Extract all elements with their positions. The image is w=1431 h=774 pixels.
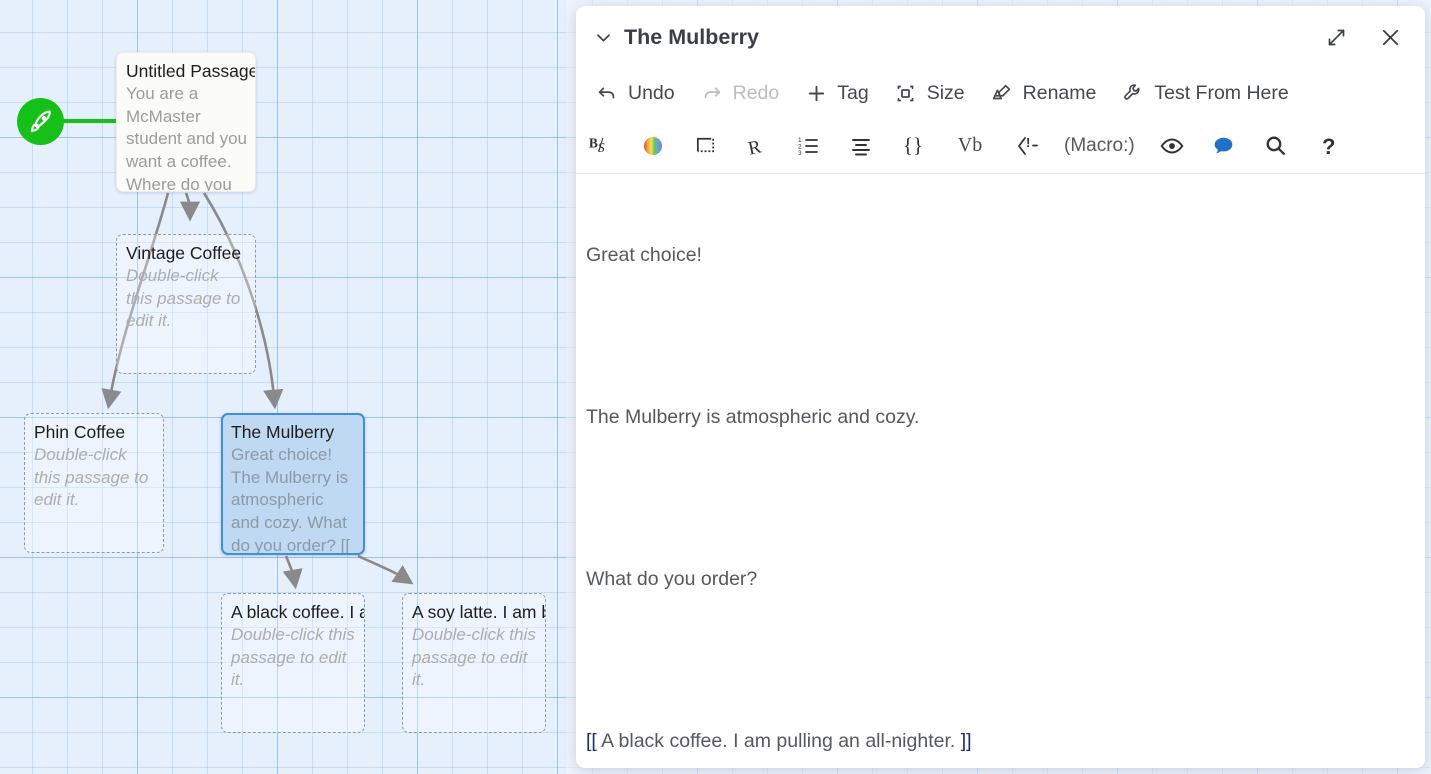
search-icon[interactable] — [1261, 127, 1291, 165]
redo-button[interactable]: Redo — [691, 74, 788, 112]
passage-excerpt: Double-click this passage to edit it. — [231, 624, 355, 690]
text-line-blank — [586, 485, 1407, 512]
plus-icon — [803, 80, 829, 106]
text-box-icon[interactable] — [690, 127, 720, 165]
passage-card-a-black-coffee[interactable]: A black coffee. I am pulling an all-nigh… — [221, 593, 365, 733]
text-line-blank — [586, 647, 1407, 674]
question-mark-icon[interactable]: ? — [1313, 127, 1343, 165]
dialog-header: The Mulberry — [576, 6, 1425, 68]
curly-braces-icon[interactable]: {} — [898, 127, 928, 165]
passage-card-a-soy-latte[interactable]: A soy latte. I am browsing James Street.… — [402, 593, 546, 733]
passage-card-the-mulberry[interactable]: The Mulberry Great choice! The Mulberry … — [221, 413, 365, 555]
page-title: The Mulberry — [624, 24, 759, 49]
passage-card-vintage-coffee[interactable]: Vintage Coffee Double-click this passage… — [116, 234, 256, 374]
svg-text:3: 3 — [798, 150, 802, 157]
size-icon — [893, 80, 919, 106]
undo-button[interactable]: Undo — [586, 74, 683, 112]
twine-story-editor: Untitled Passage You are a McMaster stud… — [0, 0, 1431, 774]
rename-icon — [989, 80, 1015, 106]
passage-excerpt: Double-click this passage to edit it. — [34, 444, 149, 510]
text-line: The Mulberry is atmospheric and cozy. — [586, 406, 920, 428]
close-icon[interactable] — [1373, 20, 1407, 54]
test-from-here-button[interactable]: Test From Here — [1112, 74, 1296, 112]
svg-text:!: ! — [1026, 135, 1030, 150]
variable-icon[interactable]: Vb — [950, 127, 990, 165]
passage-card-phin-coffee[interactable]: Phin Coffee Double-click this passage to… — [24, 413, 164, 553]
passage-name: The Mulberry — [231, 422, 335, 442]
passage-excerpt: You are a McMaster student and you want … — [126, 83, 247, 192]
size-button[interactable]: Size — [885, 74, 973, 112]
align-center-icon[interactable] — [846, 127, 876, 165]
passage-excerpt: Great choice! The Mulberry is atmospheri… — [231, 444, 351, 555]
link-arrow — [282, 554, 414, 590]
eye-icon[interactable] — [1157, 127, 1187, 165]
tag-button[interactable]: Tag — [795, 74, 876, 112]
bold-italic-strike-icon[interactable]: B S — [586, 127, 616, 165]
rotated-r-icon[interactable]: R — [742, 127, 772, 165]
undo-label: Undo — [628, 81, 675, 104]
editor-toolbar-format: B S R 1 2 3 {} Vb ! (Macro:) ? — [576, 118, 1425, 174]
redo-icon — [699, 80, 725, 106]
rename-label: Rename — [1022, 81, 1097, 104]
redo-label: Redo — [732, 81, 780, 104]
tag-label: Tag — [837, 81, 869, 104]
maximize-icon[interactable] — [1319, 20, 1353, 54]
chevron-down-icon[interactable] — [590, 24, 616, 50]
passage-name: Phin Coffee — [34, 422, 126, 442]
wrench-icon — [1120, 80, 1146, 106]
text-line: What do you order? — [586, 568, 758, 590]
text-line-blank — [586, 323, 1407, 350]
passage-editor-dialog: The Mulberry Undo Redo Tag Size Rename T… — [576, 6, 1425, 768]
editor-toolbar-primary: Undo Redo Tag Size Rename Test From Here — [576, 68, 1425, 118]
html-comment-icon[interactable]: ! — [1012, 127, 1042, 165]
text-line: Great choice! — [586, 244, 702, 266]
passage-excerpt: Double-click this passage to edit it. — [412, 624, 536, 690]
numbered-list-icon[interactable]: 1 2 3 — [794, 127, 824, 165]
svg-text:?: ? — [1322, 134, 1335, 159]
passage-excerpt: Double-click this passage to edit it. — [126, 265, 241, 331]
speech-bubble-icon[interactable] — [1209, 127, 1239, 165]
link-line: [[ A black coffee. I am pulling an all-n… — [586, 728, 1407, 755]
passage-card-untitled-passage[interactable]: Untitled Passage You are a McMaster stud… — [116, 52, 256, 192]
passage-name: Vintage Coffee — [126, 243, 242, 263]
svg-text:B: B — [588, 135, 597, 150]
svg-text:R: R — [746, 136, 763, 159]
link-open-bracket: [[ — [586, 730, 597, 752]
passage-text-content[interactable]: Great choice! The Mulberry is atmospheri… — [586, 188, 1407, 768]
test-from-here-label: Test From Here — [1154, 81, 1289, 104]
start-connector-line — [62, 119, 118, 123]
macro-icon[interactable]: (Macro:) — [1064, 135, 1135, 157]
passage-text-editor[interactable]: Great choice! The Mulberry is atmospheri… — [576, 174, 1425, 768]
rename-button[interactable]: Rename — [981, 74, 1105, 112]
size-label: Size — [926, 81, 965, 104]
passage-name: A soy latte. I am browsing James Street. — [412, 602, 545, 622]
link-close-bracket: ]] — [960, 730, 972, 752]
undo-icon — [594, 80, 620, 106]
link-text: A black coffee. I am pulling an all-nigh… — [596, 730, 961, 752]
passage-name: A black coffee. I am pulling an all-nigh… — [231, 602, 364, 622]
rocket-icon[interactable] — [17, 98, 64, 145]
passage-name: Untitled Passage — [126, 61, 256, 81]
color-wheel-icon[interactable] — [638, 127, 668, 165]
